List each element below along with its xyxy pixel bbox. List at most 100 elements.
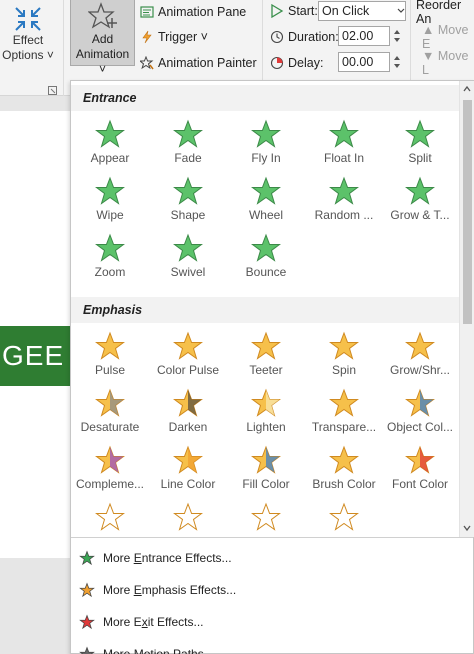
green-star-icon <box>79 550 95 566</box>
gallery-item-font-color[interactable]: Font Color <box>381 440 459 497</box>
gallery-item-wipe[interactable]: Wipe <box>71 171 149 228</box>
emphasis-star-icon <box>329 331 359 360</box>
orange-star-icon <box>79 582 95 598</box>
menu-item-label: More Motion Paths... <box>103 647 214 654</box>
gallery-item-label: Object Col... <box>386 420 454 434</box>
gallery-item-split[interactable]: Split <box>381 114 459 171</box>
duration-value: 02.00 <box>342 29 374 43</box>
gallery-item-partial[interactable] <box>305 497 383 537</box>
gallery-item-wheel[interactable]: Wheel <box>227 171 305 228</box>
dialog-launcher-icon[interactable] <box>48 86 57 95</box>
gallery-item-label: Wipe <box>96 208 124 222</box>
animation-gallery: Entrance Emphasis Appear Fade Fly In Float … <box>71 81 459 537</box>
delay-label: Delay: <box>288 56 324 70</box>
gallery-item-darken[interactable]: Darken <box>149 383 227 440</box>
gallery-item-teeter[interactable]: Teeter <box>227 326 305 383</box>
duration-input[interactable]: 02.00 <box>338 26 390 46</box>
gallery-item-line-color[interactable]: Line Color <box>149 440 227 497</box>
emphasis-star-icon <box>95 388 125 417</box>
gallery-item-partial[interactable] <box>149 497 227 537</box>
gallery-item-desaturate[interactable]: Desaturate <box>71 383 149 440</box>
trigger-button[interactable]: Trigger ˅ <box>140 27 208 47</box>
lightning-icon <box>142 30 152 44</box>
animation-painter-button[interactable]: Animation Painter <box>140 53 257 73</box>
gallery-item-object-col[interactable]: Object Col... <box>381 383 459 440</box>
emphasis-star-icon <box>251 502 281 531</box>
gallery-item-grow-t[interactable]: Grow & T... <box>381 171 459 228</box>
gallery-item-compleme[interactable]: Compleme... <box>71 440 149 497</box>
gallery-item-random[interactable]: Random ... <box>305 171 383 228</box>
animation-painter-icon <box>140 56 154 70</box>
emphasis-star-icon <box>405 445 435 474</box>
gallery-item-spin[interactable]: Spin <box>305 326 383 383</box>
gallery-item-lighten[interactable]: Lighten <box>227 383 305 440</box>
effect-options-icon <box>15 7 41 31</box>
gallery-item-label: Font Color <box>391 477 449 491</box>
gallery-item-label: Fly In <box>251 151 281 165</box>
gallery-item-label: Pulse <box>94 363 126 377</box>
gallery-item-label: Bounce <box>245 265 287 279</box>
animation-pane-button[interactable]: Animation Pane <box>140 2 246 22</box>
reorder-heading: Reorder An <box>416 0 474 26</box>
gallery-item-label: Spin <box>331 363 357 377</box>
chevron-down-icon[interactable] <box>397 8 405 14</box>
motion-path-star-icon <box>79 646 95 654</box>
gallery-item-float-in[interactable]: Float In <box>305 114 383 171</box>
gallery-item-partial[interactable] <box>71 497 149 537</box>
emphasis-star-icon <box>329 502 359 531</box>
menu-item-more-entrance-effects[interactable]: More Entrance Effects... <box>71 543 473 573</box>
slide-text-box[interactable]: GEE <box>0 326 70 386</box>
gallery-item-color-pulse[interactable]: Color Pulse <box>149 326 227 383</box>
gallery-item-appear[interactable]: Appear <box>71 114 149 171</box>
gallery-item-pulse[interactable]: Pulse <box>71 326 149 383</box>
emphasis-star-icon <box>329 388 359 417</box>
gallery-item-shape[interactable]: Shape <box>149 171 227 228</box>
gallery-item-partial[interactable] <box>227 497 305 537</box>
gallery-item-brush-color[interactable]: Brush Color <box>305 440 383 497</box>
gallery-item-fade[interactable]: Fade <box>149 114 227 171</box>
gallery-item-label: Float In <box>323 151 365 165</box>
add-animation-label-1: Add <box>91 32 114 46</box>
emphasis-star-icon <box>173 388 203 417</box>
gallery-item-label: Color Pulse <box>156 363 220 377</box>
delay-input[interactable]: 00.00 <box>338 52 390 72</box>
entrance-star-icon <box>251 119 281 148</box>
emphasis-star-icon <box>95 445 125 474</box>
gallery-scrollbar[interactable] <box>459 81 474 537</box>
gallery-item-fill-color[interactable]: Fill Color <box>227 440 305 497</box>
add-animation-button[interactable]: Add Animation ˅ <box>70 0 135 76</box>
gallery-item-label: Compleme... <box>75 477 145 491</box>
section-header-emphasis: Emphasis <box>71 297 459 323</box>
scroll-down-icon[interactable] <box>462 523 472 533</box>
gallery-item-bounce[interactable]: Bounce <box>227 228 305 285</box>
emphasis-star-icon <box>95 502 125 531</box>
trigger-label: Trigger ˅ <box>158 30 208 44</box>
red-star-icon <box>79 614 95 630</box>
scroll-up-icon[interactable] <box>462 84 472 94</box>
duration-spinner-icon[interactable] <box>391 26 403 46</box>
move-later-button[interactable]: ▼ Move L <box>422 49 474 77</box>
delay-spinner-icon[interactable] <box>391 52 403 72</box>
gallery-item-transpare[interactable]: Transpare... <box>305 383 383 440</box>
effect-options-label-1: Effect <box>12 33 44 47</box>
emphasis-star-icon <box>95 331 125 360</box>
scrollbar-thumb[interactable] <box>463 100 472 324</box>
gallery-item-grow-shr[interactable]: Grow/Shr... <box>381 326 459 383</box>
start-select[interactable]: On Click <box>318 1 406 21</box>
gallery-item-swivel[interactable]: Swivel <box>149 228 227 285</box>
menu-item-more-emphasis-effects[interactable]: More Emphasis Effects... <box>71 575 473 605</box>
menu-item-more-motion-paths[interactable]: More Motion Paths... <box>71 639 473 654</box>
entrance-star-icon <box>251 233 281 262</box>
entrance-star-icon <box>173 233 203 262</box>
gallery-item-fly-in[interactable]: Fly In <box>227 114 305 171</box>
effect-options-button[interactable]: Effect Options ˅ <box>0 0 56 96</box>
emphasis-star-icon <box>329 445 359 474</box>
emphasis-star-icon <box>251 388 281 417</box>
gallery-item-zoom[interactable]: Zoom <box>71 228 149 285</box>
emphasis-star-icon <box>173 502 203 531</box>
menu-item-more-exit-effects[interactable]: More Exit Effects... <box>71 607 473 637</box>
gallery-item-label: Line Color <box>160 477 216 491</box>
emphasis-star-icon <box>405 331 435 360</box>
start-value: On Click <box>322 4 370 18</box>
move-earlier-button[interactable]: ▲ Move E <box>422 23 474 51</box>
